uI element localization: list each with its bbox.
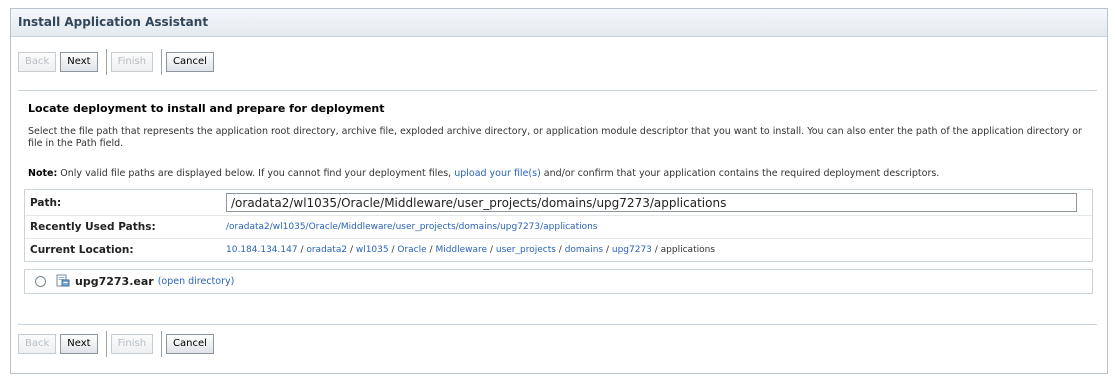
file-radio-button[interactable] [35, 276, 46, 287]
breadcrumb-wl1035[interactable]: wl1035 [356, 245, 389, 255]
cancel-button[interactable]: Cancel [166, 52, 214, 72]
section-description: Select the file path that represents the… [28, 126, 1082, 149]
current-location-row: Current Location: 10.184.134.147 / orada… [25, 239, 1092, 261]
note-text-part2: and/or confirm that your application con… [540, 168, 940, 179]
install-assistant-panel: Install Application Assistant Back Next … [10, 8, 1108, 374]
breadcrumb-host[interactable]: 10.184.134.147 [226, 245, 298, 255]
back-button[interactable]: Back [18, 334, 57, 354]
breadcrumb-separator: / [555, 245, 565, 255]
breadcrumb-user-projects[interactable]: user_projects [496, 245, 556, 255]
recent-path-link[interactable]: /oradata2/wl1035/Oracle/Middleware/user_… [226, 222, 598, 232]
panel-title: Install Application Assistant [11, 9, 1107, 37]
cancel-button[interactable]: Cancel [166, 334, 214, 354]
upload-files-link[interactable]: upload your file(s) [454, 168, 541, 179]
next-button[interactable]: Next [60, 52, 98, 72]
path-input[interactable] [226, 193, 1077, 212]
breadcrumb-separator: / [487, 245, 496, 255]
archive-file-icon [56, 274, 75, 290]
path-row: Path: [25, 190, 1092, 216]
note-label: Note: [28, 168, 58, 179]
finish-button[interactable]: Finish [110, 334, 154, 354]
breadcrumb-middleware[interactable]: Middleware [435, 245, 487, 255]
button-separator [161, 331, 163, 357]
breadcrumb-separator: / [603, 245, 612, 255]
button-separator [105, 49, 107, 75]
note-text-part1: Only valid file paths are displayed belo… [57, 168, 455, 179]
breadcrumb-separator: / [651, 245, 661, 255]
breadcrumb-separator: / [347, 245, 356, 255]
path-label: Path: [30, 196, 62, 209]
file-list-item: upg7273.ear (open directory) [24, 269, 1093, 294]
file-name: upg7273.ear [75, 275, 154, 288]
deployment-section: Locate deployment to install and prepare… [18, 90, 1097, 325]
current-location-label: Current Location: [30, 244, 134, 256]
next-button[interactable]: Next [60, 334, 98, 354]
top-button-bar: Back Next Finish Cancel [18, 49, 218, 75]
breadcrumb-current: applications [660, 245, 716, 255]
finish-button[interactable]: Finish [110, 52, 154, 72]
recent-paths-row: Recently Used Paths: /oradata2/wl1035/Or… [25, 216, 1092, 239]
breadcrumb-oradata2[interactable]: oradata2 [306, 245, 347, 255]
breadcrumb-upg7273[interactable]: upg7273 [612, 245, 652, 255]
path-table: Path: Recently Used Paths: /oradata2/wl1… [24, 189, 1093, 262]
breadcrumb-oracle[interactable]: Oracle [397, 245, 426, 255]
bottom-button-bar: Back Next Finish Cancel [18, 331, 218, 357]
section-heading: Locate deployment to install and prepare… [28, 102, 385, 115]
open-directory-link[interactable]: (open directory) [158, 276, 235, 287]
button-separator [105, 331, 107, 357]
breadcrumb-domains[interactable]: domains [565, 245, 603, 255]
recent-paths-label: Recently Used Paths: [30, 221, 156, 233]
button-separator [161, 49, 163, 75]
breadcrumb: 10.184.134.147 / oradata2 / wl1035 / Ora… [226, 245, 715, 255]
back-button[interactable]: Back [18, 52, 57, 72]
note-text: Note: Only valid file paths are displaye… [28, 168, 1088, 179]
